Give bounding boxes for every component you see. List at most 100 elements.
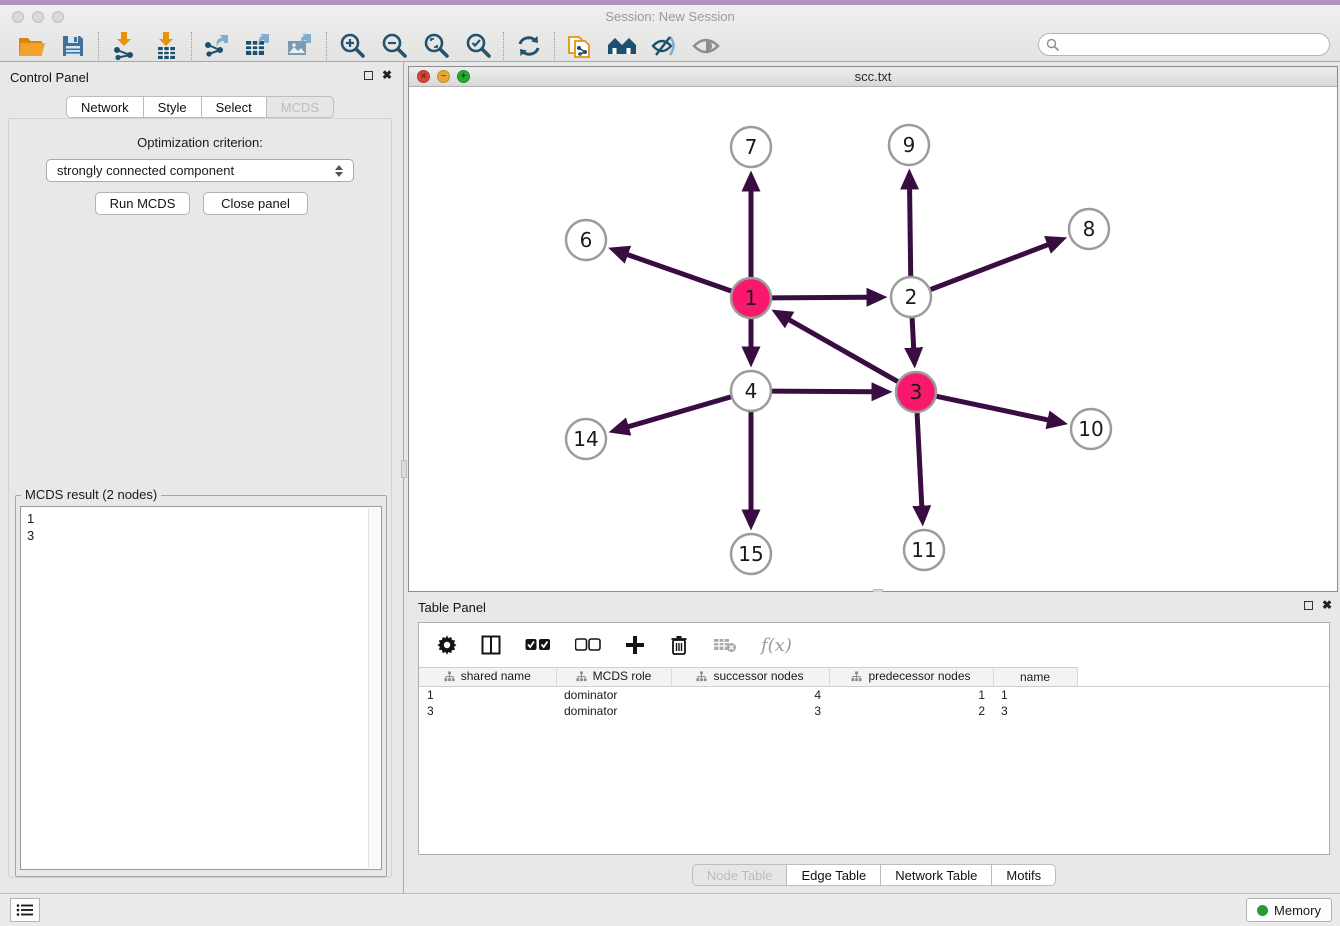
column-header-successor-nodes[interactable]: successor nodes bbox=[671, 668, 829, 687]
zoom-in-icon[interactable] bbox=[331, 31, 373, 61]
zoom-selected-icon[interactable] bbox=[457, 31, 499, 61]
splitter-grip[interactable] bbox=[401, 460, 407, 478]
import-network-icon[interactable] bbox=[103, 31, 145, 61]
main-toolbar bbox=[0, 29, 1340, 62]
search-box[interactable] bbox=[1038, 33, 1330, 56]
column-header-name[interactable]: name bbox=[993, 668, 1077, 687]
dropdown-stepper-icon bbox=[333, 163, 345, 179]
graph-node-label: 11 bbox=[911, 538, 936, 562]
table-cell[interactable]: 3 bbox=[419, 703, 556, 719]
graph-edge[interactable] bbox=[917, 413, 922, 506]
tab-node-table[interactable]: Node Table bbox=[692, 864, 788, 886]
panel-splitter[interactable] bbox=[400, 62, 408, 893]
zoom-fit-icon[interactable] bbox=[415, 31, 457, 61]
import-table-icon[interactable] bbox=[145, 31, 187, 61]
memory-status-icon bbox=[1257, 905, 1268, 916]
table-header-row: shared name MCDS role successor nodes pr… bbox=[419, 668, 1329, 687]
network-view-window: × − + scc.txt 7968124314101511 bbox=[408, 66, 1338, 592]
search-icon bbox=[1046, 38, 1060, 52]
toggle-style-icon[interactable] bbox=[643, 31, 685, 61]
search-input[interactable] bbox=[1060, 36, 1329, 54]
tab-motifs[interactable]: Motifs bbox=[991, 864, 1056, 886]
mcds-result-textarea[interactable]: 1 3 bbox=[20, 506, 382, 870]
export-network-icon[interactable] bbox=[196, 31, 238, 61]
graph-edge[interactable] bbox=[772, 297, 867, 298]
control-panel-title: Control Panel bbox=[10, 70, 89, 85]
table-panel-title: Table Panel bbox=[418, 600, 486, 615]
home-icon[interactable] bbox=[601, 31, 643, 61]
table-cell[interactable]: dominator bbox=[556, 687, 671, 703]
delete-table-icon[interactable] bbox=[713, 637, 737, 653]
tab-network-table[interactable]: Network Table bbox=[880, 864, 992, 886]
graph-edge[interactable] bbox=[789, 320, 898, 382]
graph-edge[interactable] bbox=[628, 397, 731, 427]
tab-mcds[interactable]: MCDS bbox=[266, 96, 334, 118]
select-all-icon[interactable] bbox=[525, 638, 551, 652]
memory-button[interactable]: Memory bbox=[1246, 898, 1332, 922]
close-panel-icon[interactable]: ✖ bbox=[382, 70, 392, 80]
table-panel-header: Table Panel ✖ bbox=[408, 592, 1340, 622]
float-panel-icon[interactable] bbox=[364, 71, 373, 80]
table-cell[interactable]: 1 bbox=[829, 687, 993, 703]
graph-edge[interactable] bbox=[772, 391, 872, 392]
float-table-panel-icon[interactable] bbox=[1304, 601, 1313, 610]
graph-edge[interactable] bbox=[937, 396, 1048, 420]
run-mcds-button[interactable]: Run MCDS bbox=[95, 192, 190, 215]
graph-edge[interactable] bbox=[912, 318, 914, 348]
table-cell-filler bbox=[1077, 687, 1329, 703]
export-image-icon[interactable] bbox=[280, 31, 322, 61]
table-cell[interactable]: 4 bbox=[671, 687, 829, 703]
export-table-icon[interactable] bbox=[238, 31, 280, 61]
toolbar-separator bbox=[503, 32, 504, 60]
settings-gear-icon[interactable] bbox=[437, 635, 457, 655]
zoom-out-icon[interactable] bbox=[373, 31, 415, 61]
table-panel-tabs: Node Table Edge Table Network Table Moti… bbox=[408, 864, 1340, 886]
node-table-body: 1dominator4113dominator323 bbox=[419, 687, 1329, 719]
tab-edge-table[interactable]: Edge Table bbox=[786, 864, 881, 886]
network-canvas[interactable]: 7968124314101511 bbox=[409, 87, 1337, 591]
open-folder-icon[interactable] bbox=[10, 31, 52, 61]
table-row[interactable]: 3dominator323 bbox=[419, 703, 1329, 719]
graph-edge[interactable] bbox=[910, 189, 911, 276]
graph-node-label: 7 bbox=[745, 135, 758, 159]
session-title: Session: New Session bbox=[0, 9, 1340, 24]
control-panel-tabs: Network Style Select MCDS bbox=[0, 96, 400, 118]
close-table-panel-icon[interactable]: ✖ bbox=[1322, 600, 1332, 610]
close-panel-button[interactable]: Close panel bbox=[203, 192, 308, 215]
task-history-button[interactable] bbox=[10, 898, 40, 922]
refresh-icon[interactable] bbox=[508, 31, 550, 61]
function-builder-icon[interactable]: f(x) bbox=[761, 635, 792, 656]
column-layout-icon[interactable] bbox=[481, 635, 501, 655]
tab-network[interactable]: Network bbox=[66, 96, 144, 118]
node-table: shared name MCDS role successor nodes pr… bbox=[419, 667, 1329, 719]
column-header-predecessor-nodes[interactable]: predecessor nodes bbox=[829, 668, 993, 687]
graph-edge[interactable] bbox=[931, 245, 1048, 290]
table-row[interactable]: 1dominator411 bbox=[419, 687, 1329, 703]
table-cell[interactable]: 3 bbox=[671, 703, 829, 719]
column-header-mcds-role[interactable]: MCDS role bbox=[556, 668, 671, 687]
table-cell[interactable]: 1 bbox=[419, 687, 556, 703]
hierarchy-icon bbox=[851, 671, 862, 682]
criterion-dropdown[interactable]: strongly connected component bbox=[46, 159, 354, 182]
toolbar-separator bbox=[554, 32, 555, 60]
table-cell[interactable]: dominator bbox=[556, 703, 671, 719]
criterion-value: strongly connected component bbox=[57, 163, 234, 178]
optimization-criterion-label: Optimization criterion: bbox=[9, 135, 391, 150]
table-cell[interactable]: 1 bbox=[993, 687, 1077, 703]
tab-style[interactable]: Style bbox=[143, 96, 202, 118]
tab-select[interactable]: Select bbox=[201, 96, 267, 118]
deselect-all-icon[interactable] bbox=[575, 638, 601, 652]
save-icon[interactable] bbox=[52, 31, 94, 61]
result-scrollbar[interactable] bbox=[368, 508, 380, 868]
graph-node-label: 6 bbox=[580, 228, 593, 252]
delete-column-icon[interactable] bbox=[669, 634, 689, 656]
column-header-shared-name[interactable]: shared name bbox=[419, 668, 556, 687]
graph-edge[interactable] bbox=[628, 255, 732, 291]
add-column-icon[interactable] bbox=[625, 635, 645, 655]
table-header-filler bbox=[1077, 668, 1329, 687]
show-hide-icon[interactable] bbox=[685, 31, 727, 61]
graph-node-label: 8 bbox=[1083, 217, 1096, 241]
table-cell[interactable]: 3 bbox=[993, 703, 1077, 719]
duplicate-network-icon[interactable] bbox=[559, 31, 601, 61]
table-cell[interactable]: 2 bbox=[829, 703, 993, 719]
